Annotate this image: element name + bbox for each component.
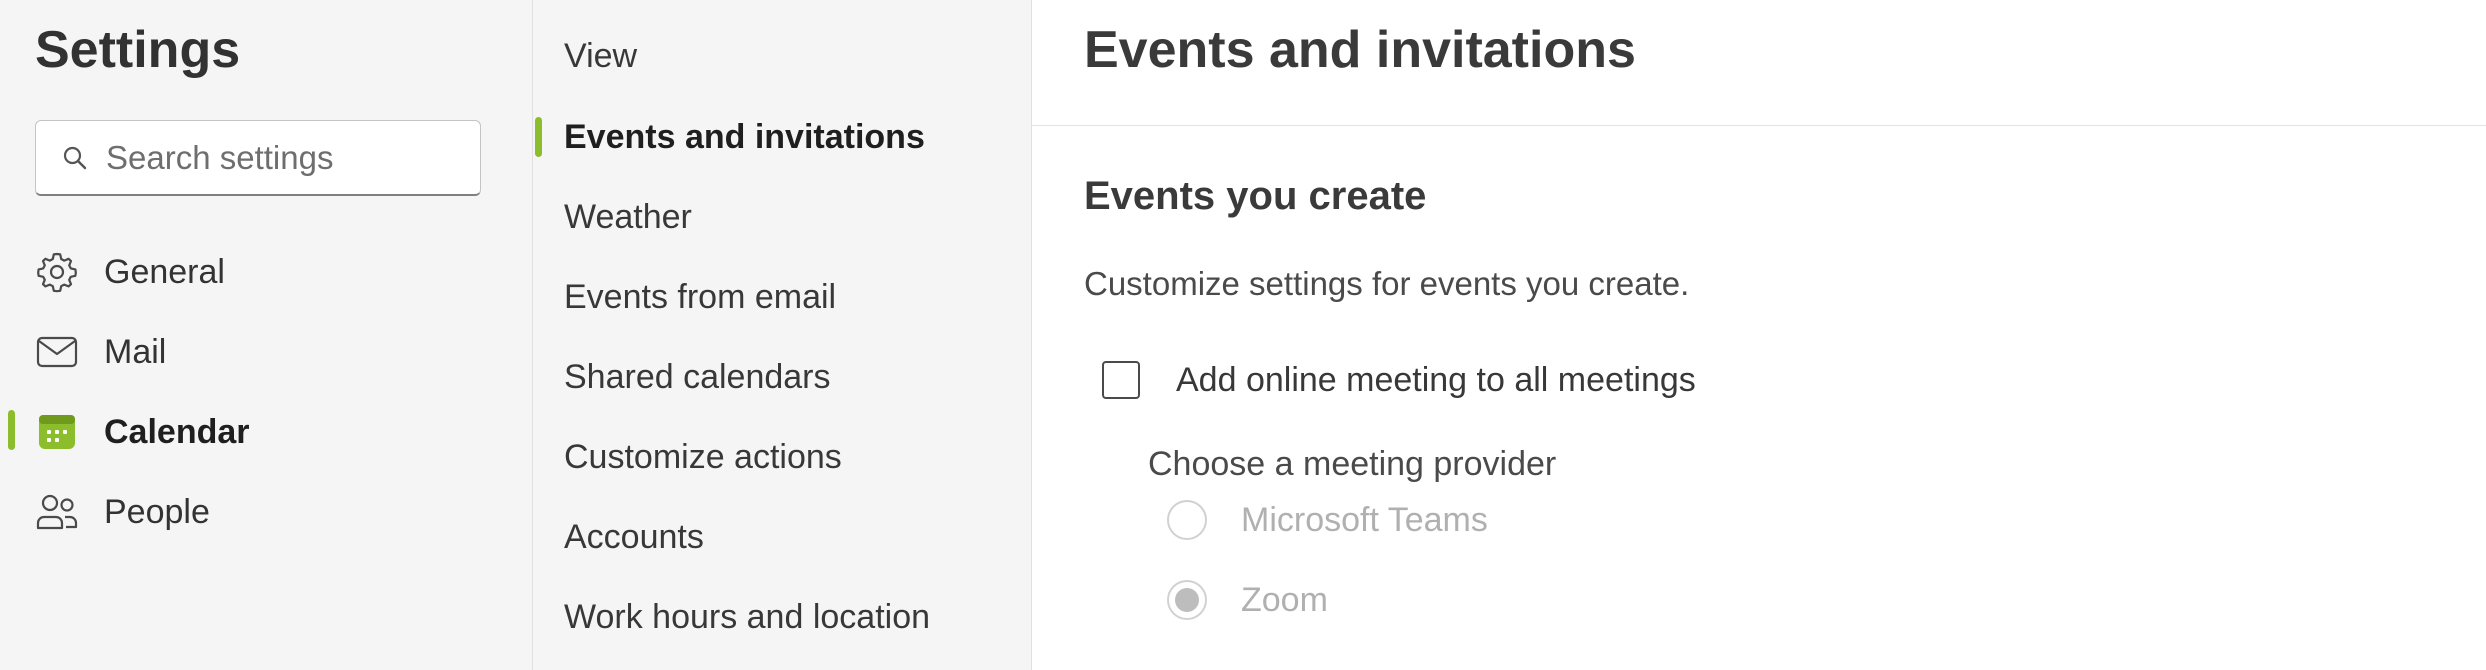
nav-item-mail[interactable]: Mail	[0, 318, 532, 386]
radio-button[interactable]	[1167, 500, 1207, 540]
page-header: Events and invitations	[1032, 0, 2486, 126]
nav-label-calendar: Calendar	[104, 413, 250, 451]
subnav-item-shared-calendars[interactable]: Shared calendars	[533, 344, 1031, 410]
subnav-label: Weather	[564, 198, 692, 236]
settings-content-pane: Events and invitations Events you create…	[1032, 0, 2486, 670]
search-settings-box[interactable]	[35, 120, 481, 196]
nav-item-general[interactable]: General	[0, 238, 532, 306]
page-title: Events and invitations	[1084, 21, 1636, 79]
subnav-label: Shared calendars	[564, 358, 831, 396]
subnav-item-customize-actions[interactable]: Customize actions	[533, 424, 1031, 490]
settings-window: Settings General	[0, 0, 2486, 670]
settings-left-nav: Settings General	[0, 0, 532, 670]
nav-label-mail: Mail	[104, 333, 167, 371]
gear-icon	[35, 252, 79, 293]
subnav-label: Events and invitations	[564, 118, 925, 156]
online-meeting-checkbox-row[interactable]: Add online meeting to all meetings	[1102, 358, 1696, 402]
section-description: Customize settings for events you create…	[1084, 265, 1690, 302]
online-meeting-checkbox[interactable]	[1102, 361, 1140, 399]
radio-button[interactable]	[1167, 580, 1207, 620]
radio-option-microsoft-teams[interactable]: Microsoft Teams	[1167, 498, 1488, 542]
radio-label: Microsoft Teams	[1241, 501, 1488, 539]
nav-item-people[interactable]: People	[0, 478, 532, 546]
subnav-item-weather[interactable]: Weather	[533, 184, 1031, 250]
nav-item-calendar[interactable]: Calendar	[0, 398, 532, 466]
search-input[interactable]	[106, 138, 446, 177]
calendar-icon	[35, 412, 79, 452]
subnav-item-events-from-email[interactable]: Events from email	[533, 264, 1031, 330]
subnav-item-view[interactable]: View	[533, 23, 1031, 89]
radio-option-zoom[interactable]: Zoom	[1167, 578, 1328, 622]
subnav-item-accounts[interactable]: Accounts	[533, 504, 1031, 570]
subnav-label: View	[564, 37, 638, 75]
calendar-subnav: View Events and invitations Weather Even…	[532, 0, 1032, 670]
people-icon	[35, 492, 79, 532]
section-title: Events you create	[1084, 174, 1427, 218]
subnav-label: Events from email	[564, 278, 837, 316]
radio-label: Zoom	[1241, 581, 1328, 619]
subnav-label: Accounts	[564, 518, 704, 556]
radio-selected-dot	[1175, 588, 1199, 612]
subnav-item-work-hours-and-location[interactable]: Work hours and location	[533, 584, 1031, 650]
mail-icon	[35, 332, 79, 372]
online-meeting-checkbox-label[interactable]: Add online meeting to all meetings	[1176, 360, 1696, 400]
settings-title: Settings	[35, 21, 241, 79]
nav-label-general: General	[104, 253, 225, 291]
meeting-provider-label: Choose a meeting provider	[1148, 445, 1557, 483]
subnav-label: Customize actions	[564, 438, 842, 476]
search-icon	[63, 146, 87, 169]
nav-label-people: People	[104, 493, 210, 531]
subnav-item-events-and-invitations[interactable]: Events and invitations	[533, 104, 1031, 170]
subnav-label: Work hours and location	[564, 598, 931, 636]
